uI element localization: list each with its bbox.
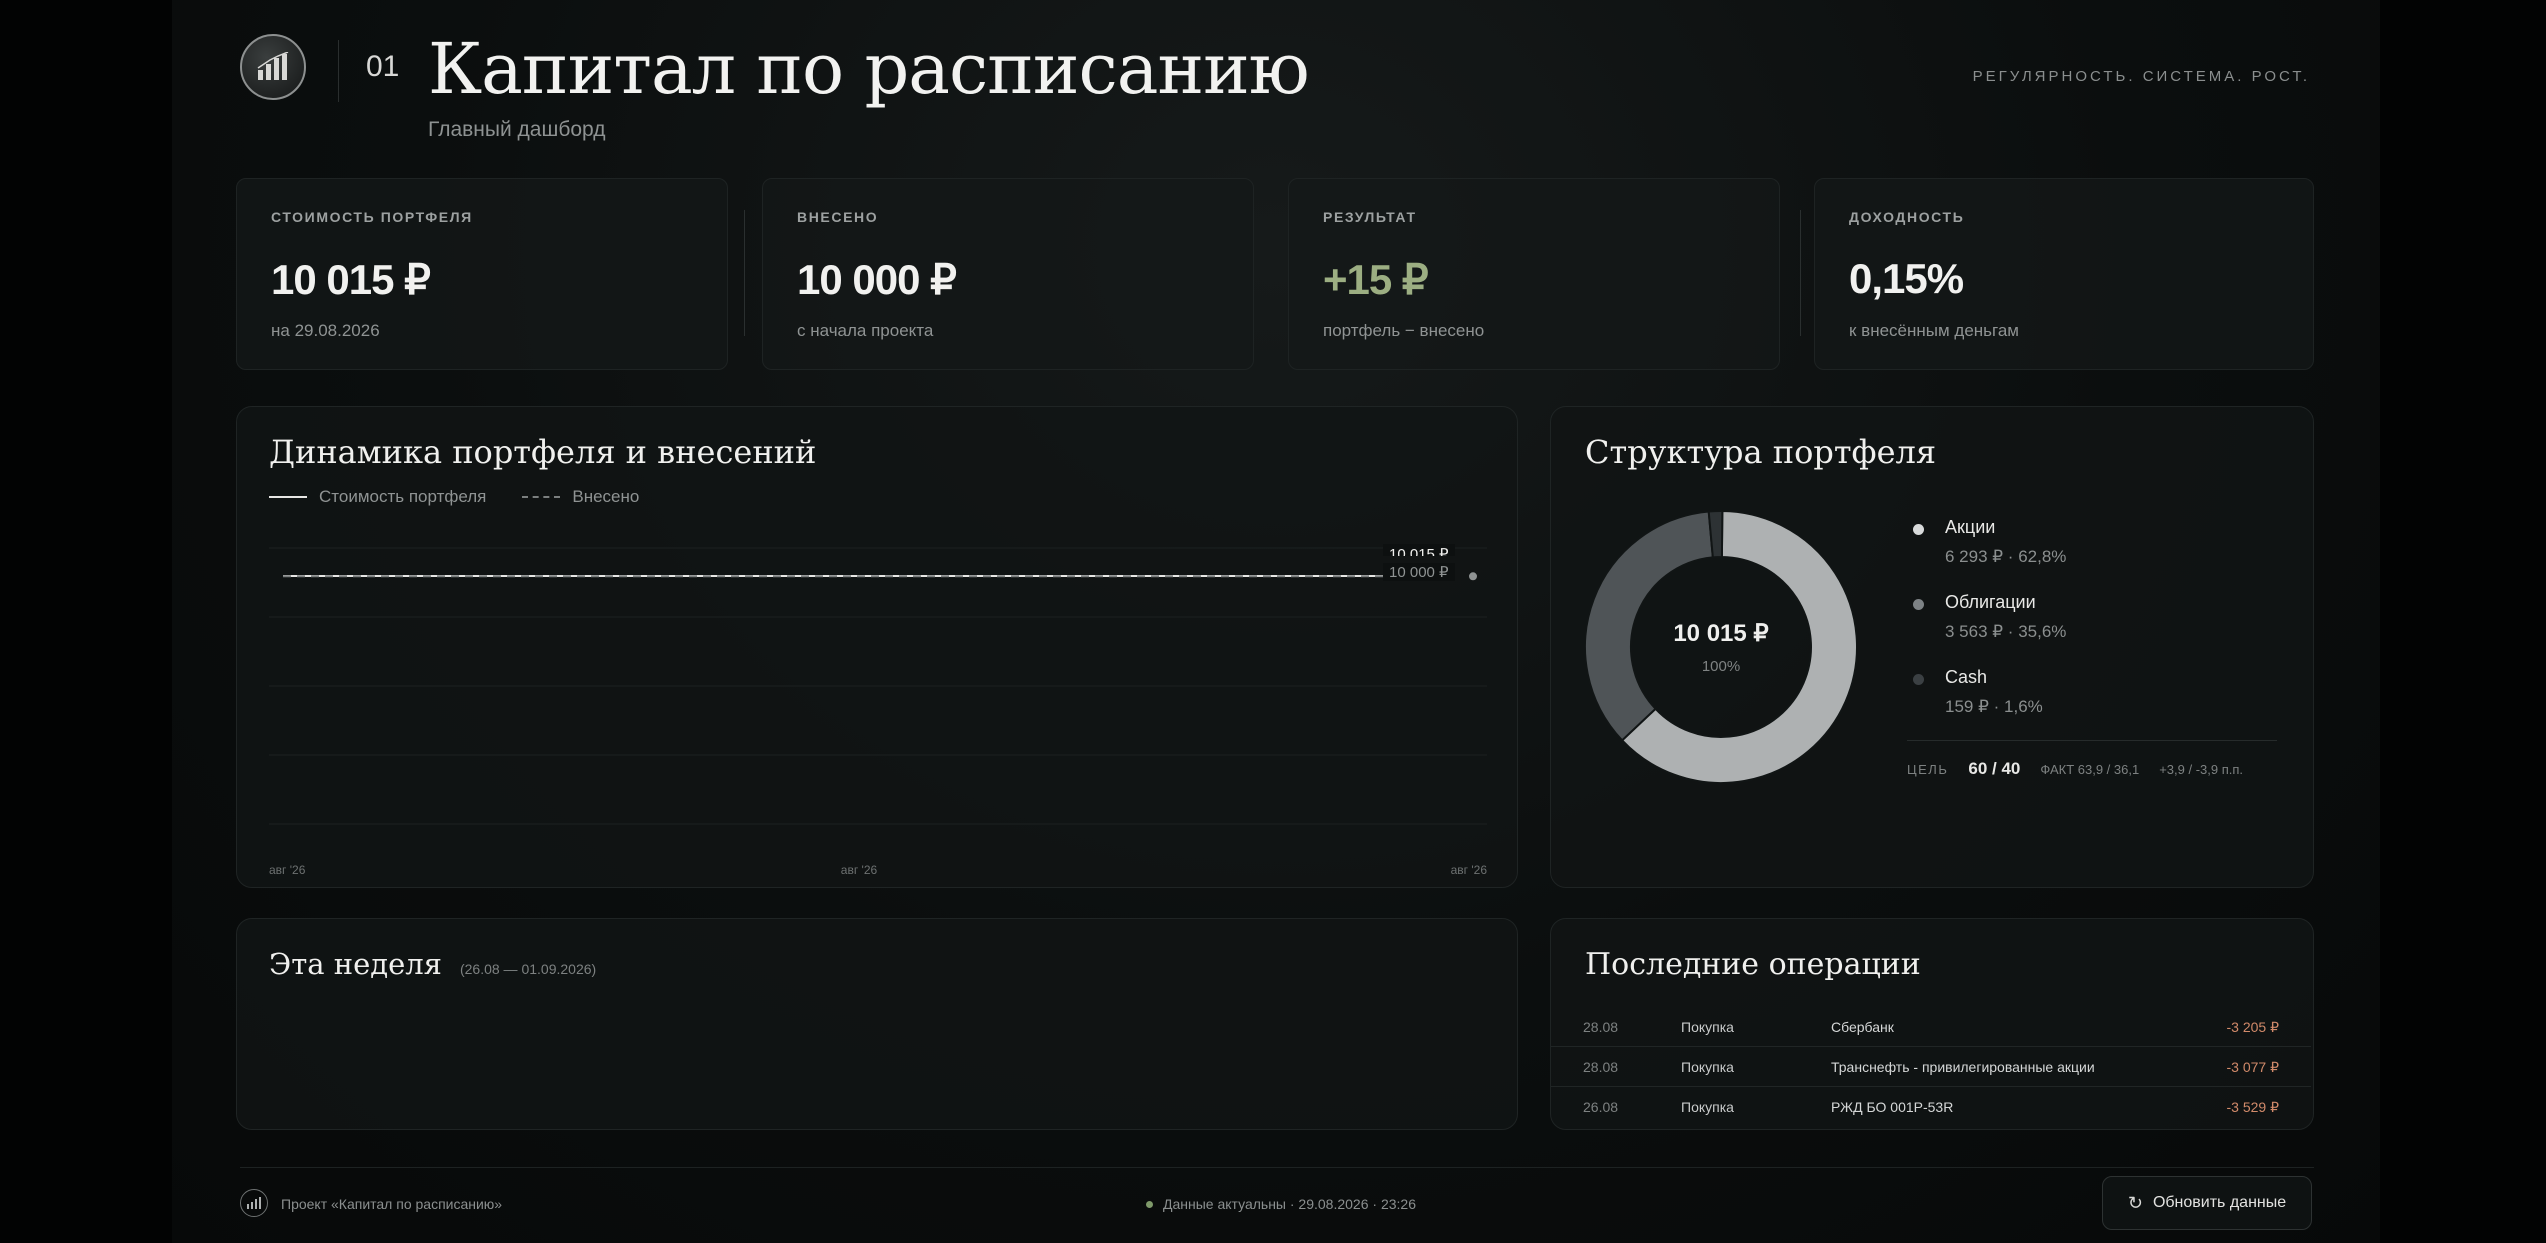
page-title: Капитал по расписанию bbox=[428, 28, 1310, 110]
donut-percent: 100% bbox=[1701, 658, 1741, 675]
kpi-label: ДОХОДНОСТЬ bbox=[1849, 209, 1965, 225]
refresh-icon: ↻ bbox=[2127, 1192, 2143, 1213]
bar-chart-icon bbox=[257, 52, 289, 80]
label-portfolio-value: 10 015 ₽ bbox=[1383, 544, 1455, 556]
footer-logo bbox=[240, 1189, 268, 1217]
operation-row[interactable]: 26.08 Покупка РЖД БО 001P-53R -3 529 ₽ bbox=[1551, 1087, 2311, 1127]
header-motto: РЕГУЛЯРНОСТЬ. СИСТЕМА. РОСТ. bbox=[1972, 68, 2310, 85]
target-row: ЦЕЛЬ 60 / 40 ФАКТ 63,9 / 36,1 +3,9 / -3,… bbox=[1907, 759, 2243, 779]
legend-divider bbox=[1907, 740, 2277, 741]
footer-divider bbox=[240, 1167, 2314, 1168]
legend-dot bbox=[1913, 599, 1924, 610]
legend-detail: 3 563 ₽ · 35,6% bbox=[1945, 622, 2067, 641]
operations-panel: Последние операции 28.08 Покупка Сбербан… bbox=[1550, 918, 2314, 1130]
operation-amount: -3 529 ₽ bbox=[2226, 1099, 2280, 1115]
kpi-value: +15 ₽ bbox=[1323, 256, 1429, 303]
week-title: Эта неделя bbox=[269, 947, 442, 981]
diff-value: +3,9 / -3,9 п.п. bbox=[2159, 762, 2244, 777]
operation-amount: -3 205 ₽ bbox=[2226, 1019, 2280, 1035]
legend-name: Облигации bbox=[1945, 592, 2036, 612]
operation-name: Сбербанк bbox=[1831, 1019, 1894, 1035]
donut-total: 10 015 ₽ bbox=[1673, 620, 1769, 647]
kpi-value: 0,15% bbox=[1849, 255, 1964, 302]
kpi-label: РЕЗУЛЬТАТ bbox=[1323, 209, 1417, 225]
status-text: Данные актуальны · 29.08.2026 · 23:26 bbox=[1163, 1196, 1416, 1212]
page-number: 01 bbox=[366, 50, 400, 83]
operation-date: 28.08 bbox=[1583, 1019, 1619, 1035]
fact-value: ФАКТ 63,9 / 36,1 bbox=[2040, 762, 2140, 777]
dashboard-page: 01 Капитал по расписанию Главный дашборд… bbox=[172, 0, 2380, 1243]
operation-row[interactable]: 28.08 Покупка Транснефть - привилегирова… bbox=[1551, 1047, 2311, 1087]
operation-row[interactable]: 28.08 Покупка Сбербанк -3 205 ₽ bbox=[1551, 1007, 2311, 1047]
x-tick-label: авг '26 bbox=[269, 863, 306, 877]
legend-name: Cash bbox=[1945, 667, 1988, 687]
kpi-card-result: РЕЗУЛЬТАТ +15 ₽ портфель − внесено bbox=[1288, 178, 1780, 370]
kpi-divider bbox=[744, 210, 745, 336]
target-value: 60 / 40 bbox=[1968, 759, 2021, 778]
x-tick-label: авг '26 bbox=[841, 863, 878, 877]
legend-dot bbox=[1913, 674, 1924, 685]
operation-date: 28.08 bbox=[1583, 1059, 1619, 1075]
header-divider bbox=[338, 40, 339, 102]
donut-center: 10 015 ₽ 100% bbox=[1585, 619, 1857, 675]
operation-date: 26.08 bbox=[1583, 1099, 1619, 1115]
operations-title: Последние операции bbox=[1585, 947, 1921, 982]
week-range: (26.08 — 01.09.2026) bbox=[459, 961, 597, 977]
kpi-value: 10 000 ₽ bbox=[797, 256, 957, 303]
x-tick-label: авг '26 bbox=[1451, 863, 1488, 877]
kpi-subtext: портфель − внесено bbox=[1323, 321, 1485, 340]
legend-detail: 6 293 ₽ · 62,8% bbox=[1945, 547, 2067, 566]
kpi-subtext: с начала проекта bbox=[797, 321, 934, 340]
kpi-card-invested: ВНЕСЕНО 10 000 ₽ с начала проекта bbox=[762, 178, 1254, 370]
series-endpoint bbox=[1469, 572, 1477, 581]
week-panel: Эта неделя (26.08 — 01.09.2026) bbox=[236, 918, 1518, 1130]
legend-detail: 159 ₽ · 1,6% bbox=[1945, 697, 2043, 716]
structure-panel: Структура портфеля 10 015 ₽ 100% Акции 6… bbox=[1550, 406, 2314, 888]
legend-name: Акции bbox=[1945, 517, 1996, 537]
kpi-divider bbox=[1800, 210, 1801, 336]
kpi-card-yield: ДОХОДНОСТЬ 0,15% к внесённым деньгам bbox=[1814, 178, 2314, 370]
operation-name: РЖД БО 001P-53R bbox=[1831, 1099, 1954, 1115]
kpi-label: ВНЕСЕНО bbox=[797, 209, 879, 225]
footer-project: Проект «Капитал по расписанию» bbox=[281, 1196, 503, 1212]
refresh-button[interactable]: ↻ Обновить данные bbox=[2102, 1176, 2312, 1230]
operation-name: Транснефть - привилегированные акции bbox=[1831, 1059, 2095, 1075]
legend-dot bbox=[1913, 524, 1924, 535]
app-logo[interactable] bbox=[240, 34, 306, 100]
dynamics-panel: Динамика портфеля и внесений Стоимость п… bbox=[236, 406, 1518, 888]
operation-type: Покупка bbox=[1681, 1099, 1734, 1115]
status-dot-icon bbox=[1146, 1200, 1153, 1208]
page-subtitle: Главный дашборд bbox=[428, 118, 606, 141]
kpi-value: 10 015 ₽ bbox=[271, 256, 431, 303]
target-label: ЦЕЛЬ bbox=[1907, 762, 1949, 777]
kpi-subtext: на 29.08.2026 bbox=[271, 321, 380, 340]
kpi-card-portfolio-value: СТОИМОСТЬ ПОРТФЕЛЯ 10 015 ₽ на 29.08.202… bbox=[236, 178, 728, 370]
operation-amount: -3 077 ₽ bbox=[2226, 1059, 2280, 1075]
operation-type: Покупка bbox=[1681, 1019, 1734, 1035]
kpi-label: СТОИМОСТЬ ПОРТФЕЛЯ bbox=[271, 209, 473, 225]
bar-chart-icon bbox=[247, 1197, 261, 1209]
structure-title: Структура портфеля bbox=[1585, 433, 1937, 471]
refresh-label: Обновить данные bbox=[2152, 1194, 2287, 1211]
operation-type: Покупка bbox=[1681, 1059, 1734, 1075]
label-invested: 10 000 ₽ bbox=[1383, 563, 1455, 581]
dynamics-chart: авг '26 авг '26 авг '26 bbox=[269, 547, 1488, 877]
footer-status: Данные актуальны · 29.08.2026 · 23:26 bbox=[1146, 1196, 1416, 1212]
week-header: Эта неделя (26.08 — 01.09.2026) bbox=[269, 947, 596, 981]
kpi-subtext: к внесённым деньгам bbox=[1849, 321, 2019, 340]
